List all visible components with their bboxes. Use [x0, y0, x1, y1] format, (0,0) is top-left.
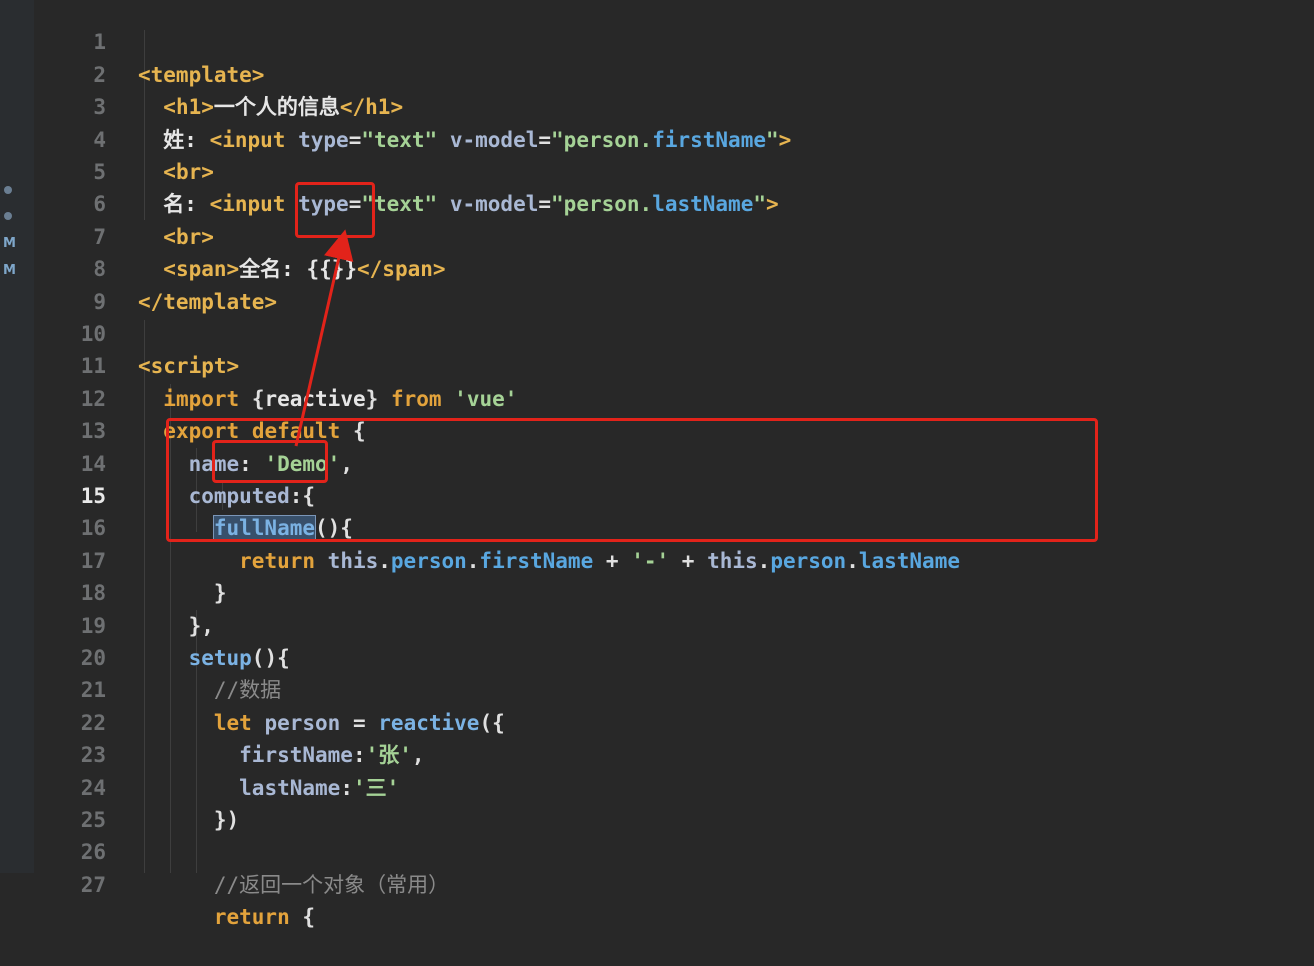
code-line[interactable]: 11 import {reactive} from 'vue'	[34, 318, 1314, 410]
line-number: 27	[80, 872, 106, 897]
code-line[interactable]: 26 //返回一个对象（常用）	[34, 804, 1314, 896]
code-line[interactable]: 4 <br>	[34, 91, 1314, 184]
code-line[interactable]: 22 firstName:'张',	[34, 674, 1314, 767]
code-line[interactable]: 9	[34, 253, 1314, 314]
code-line[interactable]: 5 名: <input type="text" v-model="person.…	[34, 124, 1314, 216]
line-code: //返回一个对象（常用）	[213, 872, 450, 897]
code-line[interactable]: 12 export default {	[34, 350, 1314, 443]
annotation-box-template-slot	[295, 182, 375, 238]
change-dot-icon	[4, 212, 12, 220]
modified-badge[interactable]: M	[3, 263, 16, 278]
line-code: return {	[213, 905, 316, 930]
code-line[interactable]: 6 <br>	[34, 156, 1314, 248]
code-line[interactable]: 19 setup(){	[34, 577, 1314, 670]
annotation-box-fullname	[212, 440, 328, 483]
code-line[interactable]: 24 })	[34, 739, 1314, 832]
code-line[interactable]: 2 <h1>一个人的信息</h1>	[34, 26, 1314, 119]
modified-badge[interactable]: M	[3, 236, 16, 251]
activity-gutter: M M	[0, 0, 34, 873]
code-line[interactable]: 20 //数据	[34, 610, 1314, 702]
code-line[interactable]: 25	[34, 772, 1314, 832]
code-line[interactable]: 27 return {	[34, 836, 1314, 929]
code-line[interactable]: 23 lastName:'三'	[34, 707, 1314, 799]
code-line[interactable]: 13 name: 'Demo',	[34, 383, 1314, 475]
change-dot-icon	[4, 186, 12, 194]
code-line[interactable]: 8 </template>	[34, 221, 1314, 313]
code-line[interactable]: 1 <template>	[34, 0, 1314, 86]
code-line[interactable]: 7 <span>全名: {{}}</span>	[34, 188, 1314, 281]
code-line[interactable]: 18 },	[34, 545, 1314, 637]
code-line[interactable]: 3 姓: <input type="text" v-model="person.…	[34, 59, 1314, 151]
code-line[interactable]: 21 let person = reactive({	[34, 642, 1314, 734]
code-line[interactable]: 10 <script>	[34, 286, 1314, 378]
